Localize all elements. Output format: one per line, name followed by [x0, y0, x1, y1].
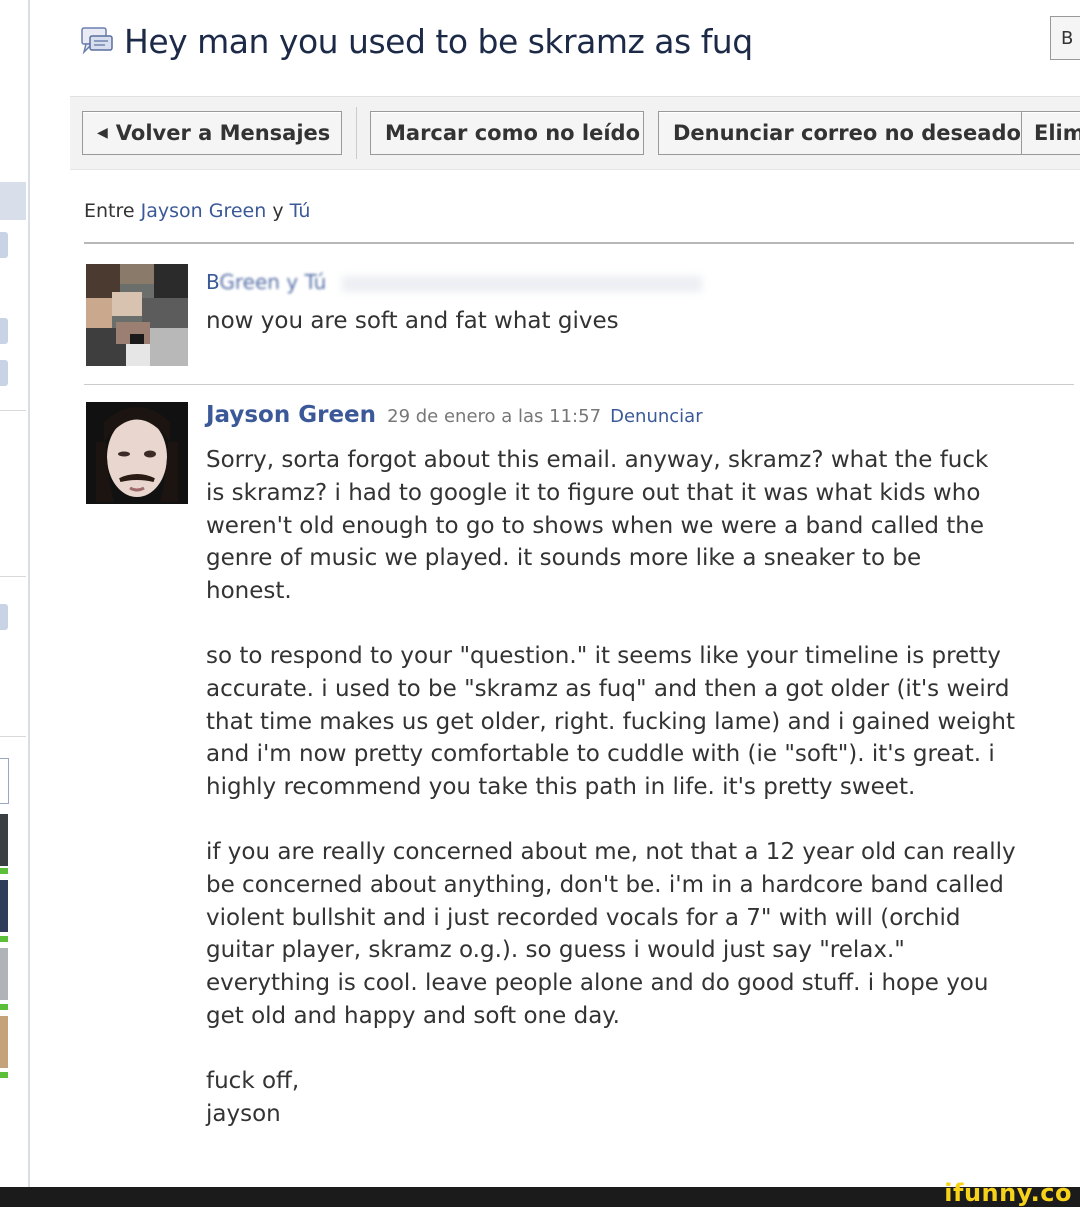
ifunny-watermark: ifunny.co: [944, 1179, 1072, 1207]
message-icon: [81, 27, 113, 55]
you-link[interactable]: Tú: [290, 200, 311, 222]
message-line: genre of music we played. it sounds more…: [206, 545, 922, 571]
message-header: Hey man you used to be skramz as fuq: [80, 18, 753, 64]
mark-unread-button[interactable]: Marcar como no leído: [370, 111, 644, 155]
face-avatar: [86, 402, 188, 504]
watermark-bar: ifunny.co: [0, 1179, 1080, 1207]
online-indicator: [0, 1004, 8, 1010]
message-line: fuck off,: [206, 1068, 300, 1094]
sidebar-item[interactable]: [0, 232, 8, 258]
redacted-bar: [342, 275, 703, 292]
participants-conjunction: y: [272, 200, 284, 222]
message-meta: BGreen y Tú: [206, 270, 703, 294]
friend-photo[interactable]: [0, 880, 8, 932]
pixelated-avatar: [86, 264, 188, 366]
sidebar-item[interactable]: [0, 318, 8, 344]
author-avatar[interactable]: [86, 402, 188, 504]
message-line: is skramz? i had to google it to figure …: [206, 480, 981, 506]
page-title: Hey man you used to be skramz as fuq: [124, 21, 753, 61]
sidebar-item[interactable]: [0, 604, 8, 630]
online-indicator: [0, 868, 8, 874]
friend-photo[interactable]: [0, 948, 8, 1000]
chevron-left-icon: ◀: [97, 125, 108, 141]
back-to-messages-button[interactable]: ◀ Volver a Mensajes: [82, 111, 342, 155]
report-link[interactable]: Denunciar: [610, 406, 703, 427]
corner-button[interactable]: B: [1050, 16, 1080, 60]
message-line: so to respond to your "question." it see…: [206, 643, 1001, 669]
message-line: violent bullshit and i just recorded voc…: [206, 905, 961, 931]
message-line: honest.: [206, 578, 292, 604]
message-timestamp: 29 de enero a las 11:57: [387, 406, 602, 427]
message-line: accurate. i used to be "skramz as fuq" a…: [206, 676, 1010, 702]
sidebar-selected-item[interactable]: [0, 182, 26, 220]
message-line: highly recommend you take this path in l…: [206, 774, 916, 800]
message-line: get old and happy and soft one day.: [206, 1003, 620, 1029]
message-line: Sorry, sorta forgot about this email. an…: [206, 447, 989, 473]
friend-photo[interactable]: [0, 1016, 8, 1068]
participant-link[interactable]: Jayson Green: [141, 200, 267, 222]
back-to-messages-label: Volver a Mensajes: [115, 121, 331, 145]
message-line: be concerned about anything, don't be. i…: [206, 872, 1004, 898]
between-prefix: Entre: [84, 200, 135, 222]
online-indicator: [0, 936, 8, 942]
friend-photo[interactable]: [0, 814, 8, 866]
sender-initial: B: [206, 270, 220, 294]
message-line: if you are really concerned about me, no…: [206, 839, 1016, 865]
message-meta: Jayson Green 29 de enero a las 11:57 Den…: [206, 402, 703, 428]
thread-label: Green y Tú: [219, 270, 327, 294]
message-line: guitar player, skramz o.g.). so guess i …: [206, 937, 905, 963]
thread-divider: [84, 242, 1074, 244]
toolbar-divider: [356, 107, 357, 159]
report-spam-button[interactable]: Denunciar correo no deseado: [658, 111, 1022, 155]
message-text: now you are soft and fat what gives: [206, 308, 619, 334]
left-sidebar: [0, 0, 30, 1187]
delete-button[interactable]: Elim: [1021, 111, 1080, 155]
author-link[interactable]: Jayson Green: [206, 402, 376, 428]
message-line: and i'm now pretty comfortable to cuddle…: [206, 741, 995, 767]
sidebar-input[interactable]: [0, 758, 9, 804]
thread-participants: Entre Jayson Green y Tú: [84, 200, 310, 222]
sidebar-divider: [0, 736, 26, 737]
message-toolbar: ◀ Volver a Mensajes Marcar como no leído…: [70, 96, 1080, 170]
message-line: that time makes us get older, right. fuc…: [206, 709, 1016, 735]
message-line: jayson: [206, 1101, 281, 1127]
message-line: everything is cool. leave people alone a…: [206, 970, 989, 996]
avatar[interactable]: [86, 264, 188, 366]
message-divider: [84, 384, 1074, 385]
sidebar-item[interactable]: [0, 360, 8, 386]
sidebar-divider: [0, 410, 26, 411]
online-indicator: [0, 1072, 8, 1078]
message-line: weren't old enough to go to shows when w…: [206, 513, 985, 539]
sidebar-divider: [0, 576, 26, 577]
